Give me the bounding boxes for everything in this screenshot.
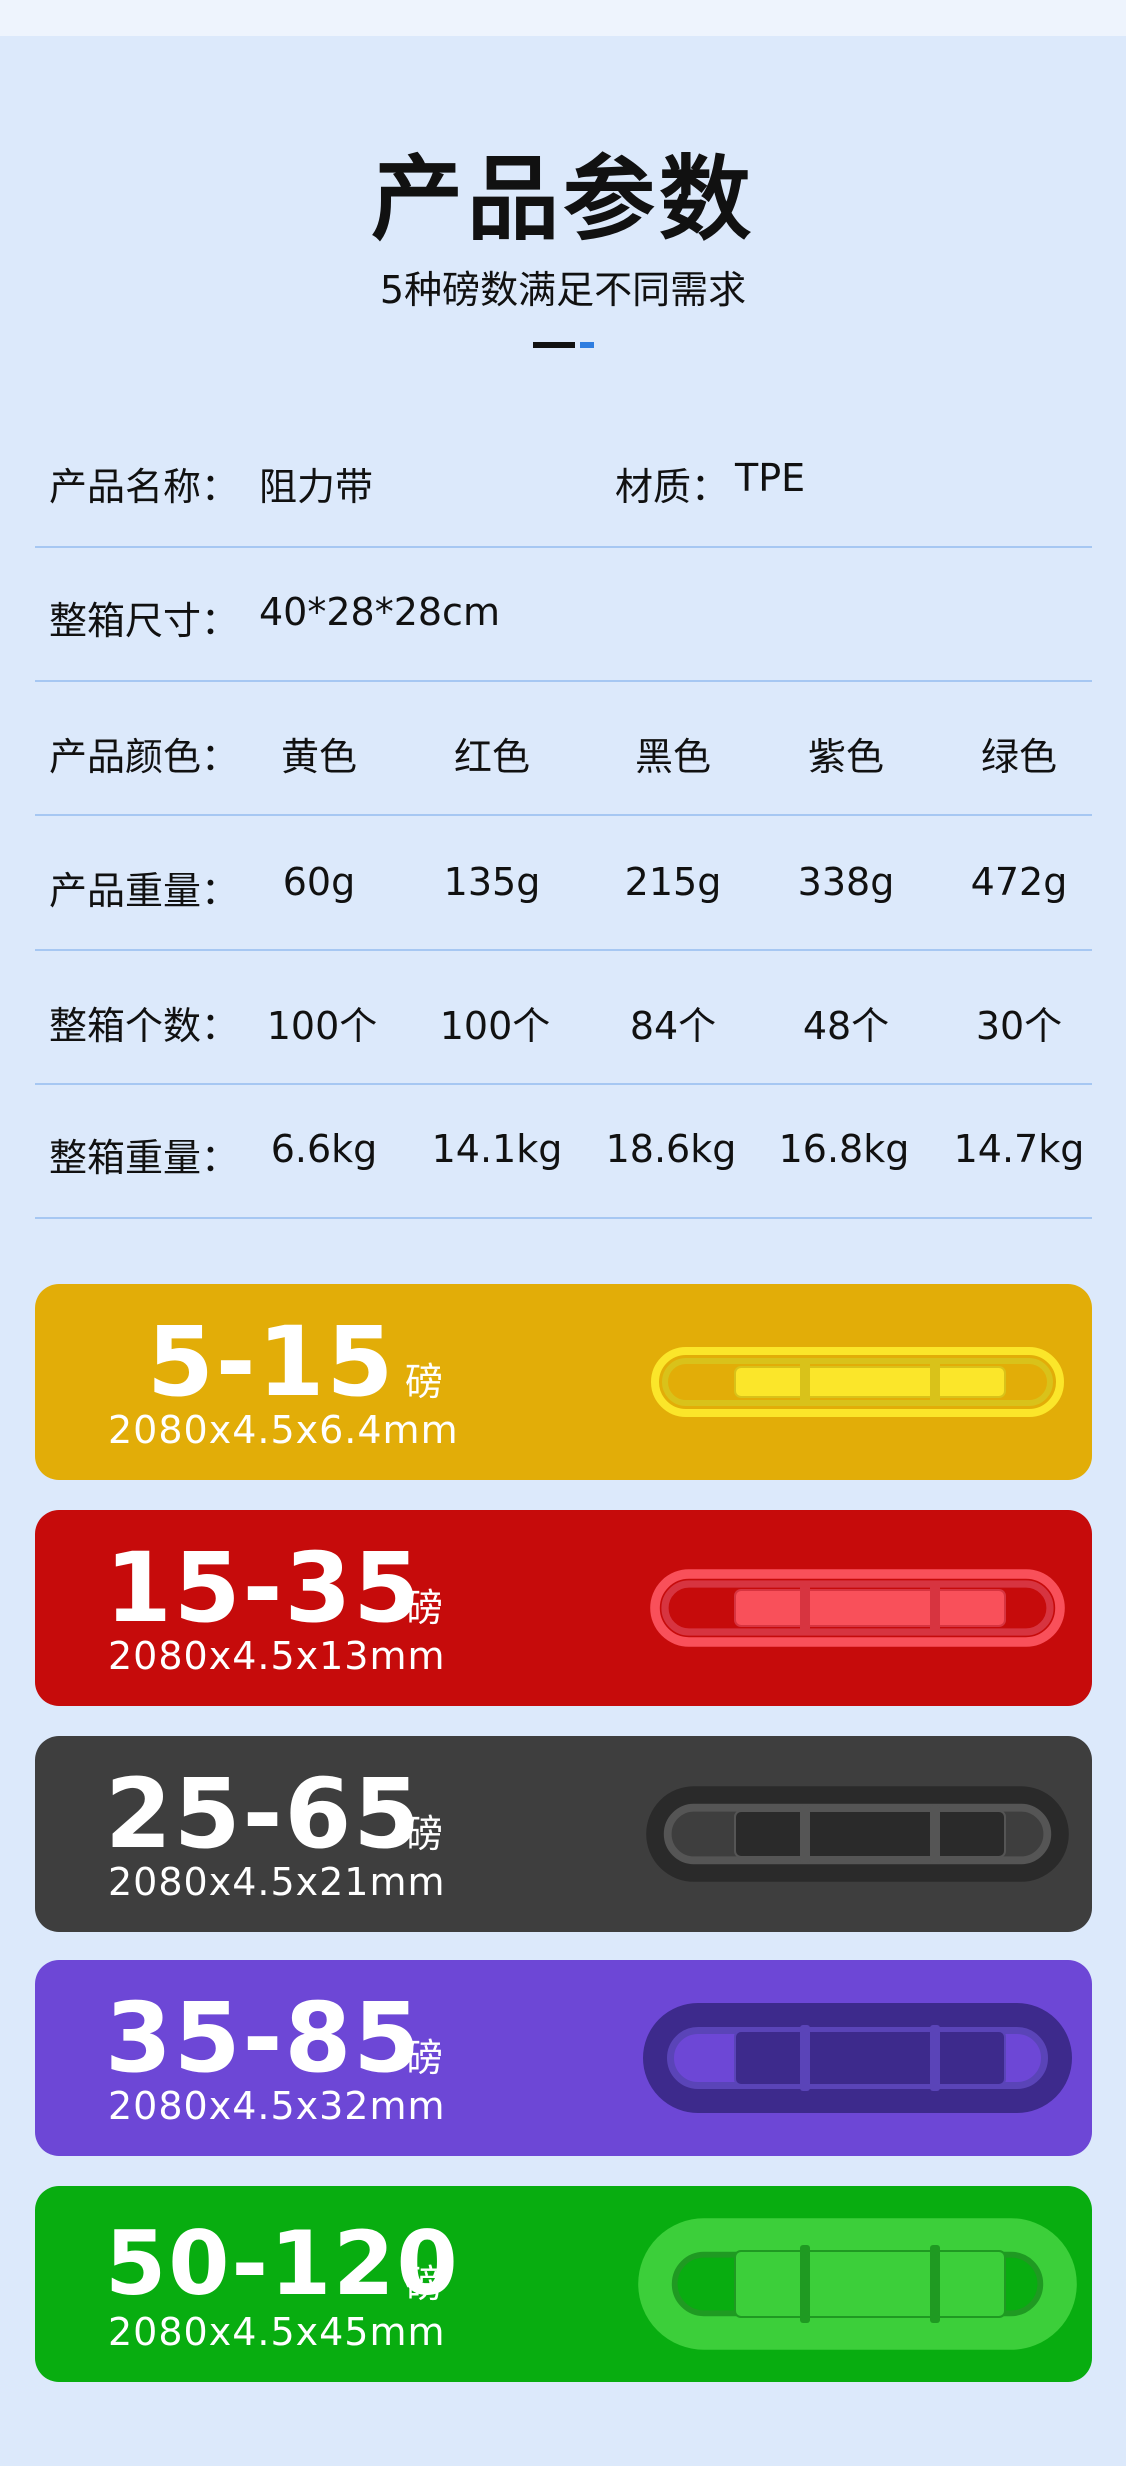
color-red: 红色	[453, 735, 530, 779]
band-range: 35-85	[105, 1982, 423, 2094]
box-weight-yellow: 6.6kg	[270, 1127, 378, 1171]
band-dims: 2080x4.5x45mm	[108, 2310, 446, 2354]
band-unit: 磅	[405, 2262, 444, 2306]
band-unit: 磅	[405, 1812, 444, 1856]
resistance-band-image	[638, 2218, 1077, 2350]
page-title: 产品参数	[370, 146, 755, 253]
box-weight-red: 14.1kg	[431, 1127, 563, 1171]
band-range: 15-35	[105, 1532, 423, 1644]
resistance-band-image	[650, 1569, 1065, 1647]
box-weight-purple: 16.8kg	[778, 1127, 910, 1171]
band-card-black: 25-65 磅 2080x4.5x21mm	[35, 1736, 1092, 1932]
weight-green: 472g	[970, 860, 1068, 904]
weight-black: 215g	[624, 860, 722, 904]
spec-row-name: 产品名称： 阻力带 材质： TPE	[35, 412, 1092, 548]
material-value: TPE	[735, 456, 806, 500]
color-black: 黑色	[634, 735, 711, 779]
weight-red: 135g	[443, 860, 541, 904]
count-purple: 48个	[802, 1004, 890, 1048]
band-unit: 磅	[405, 1360, 444, 1404]
box-weight-green: 14.7kg	[953, 1127, 1085, 1171]
count-yellow: 100个	[266, 1004, 378, 1048]
weight-label: 产品重量：	[49, 869, 240, 913]
color-purple: 紫色	[807, 735, 884, 779]
band-dims: 2080x4.5x32mm	[108, 2084, 446, 2128]
name-label: 产品名称：	[49, 465, 240, 509]
band-unit: 磅	[405, 2036, 444, 2080]
weight-yellow: 60g	[282, 860, 356, 904]
band-card-yellow: 5-15 磅 2080x4.5x6.4mm	[35, 1284, 1092, 1480]
color-label: 产品颜色：	[49, 735, 240, 779]
band-card-red: 15-35 磅 2080x4.5x13mm	[35, 1510, 1092, 1706]
resistance-band-image	[643, 2003, 1072, 2113]
count-red: 100个	[439, 1004, 551, 1048]
box-size-value: 40*28*28cm	[259, 590, 500, 634]
band-unit: 磅	[405, 1586, 444, 1630]
band-dims: 2080x4.5x21mm	[108, 1860, 446, 1904]
resistance-band-image	[646, 1786, 1069, 1882]
band-range: 5-15	[147, 1306, 396, 1418]
name-value: 阻力带	[259, 465, 374, 509]
band-card-green: 50-120 磅 2080x4.5x45mm	[35, 2186, 1092, 2382]
color-green: 绿色	[980, 735, 1057, 779]
count-label: 整箱个数：	[49, 1004, 240, 1048]
page-subtitle: 5种磅数满足不同需求	[379, 268, 747, 312]
count-green: 30个	[975, 1004, 1063, 1048]
band-range: 25-65	[105, 1758, 423, 1870]
spec-row-box-size: 整箱尺寸： 40*28*28cm	[35, 548, 1092, 682]
spec-row-counts: 整箱个数： 100个 100个 84个 48个 30个	[35, 951, 1092, 1085]
weight-purple: 338g	[797, 860, 895, 904]
title-divider-dark	[533, 342, 575, 348]
top-strip	[0, 0, 1126, 36]
box-weight-label: 整箱重量：	[49, 1136, 240, 1180]
spec-row-weights: 产品重量： 60g 135g 215g 338g 472g	[35, 816, 1092, 951]
title-divider-accent	[580, 342, 594, 348]
material-label: 材质：	[615, 465, 730, 509]
band-dims: 2080x4.5x13mm	[108, 1634, 446, 1678]
box-size-label: 整箱尺寸：	[49, 599, 240, 643]
resistance-band-image	[651, 1347, 1064, 1417]
count-black: 84个	[629, 1004, 717, 1048]
spec-row-box-weights: 整箱重量： 6.6kg 14.1kg 18.6kg 16.8kg 14.7kg	[35, 1085, 1092, 1219]
box-weight-black: 18.6kg	[605, 1127, 737, 1171]
spec-row-colors: 产品颜色： 黄色 红色 黑色 紫色 绿色	[35, 682, 1092, 816]
band-card-purple: 35-85 磅 2080x4.5x32mm	[35, 1960, 1092, 2156]
band-dims: 2080x4.5x6.4mm	[108, 1408, 459, 1452]
color-yellow: 黄色	[280, 735, 357, 779]
